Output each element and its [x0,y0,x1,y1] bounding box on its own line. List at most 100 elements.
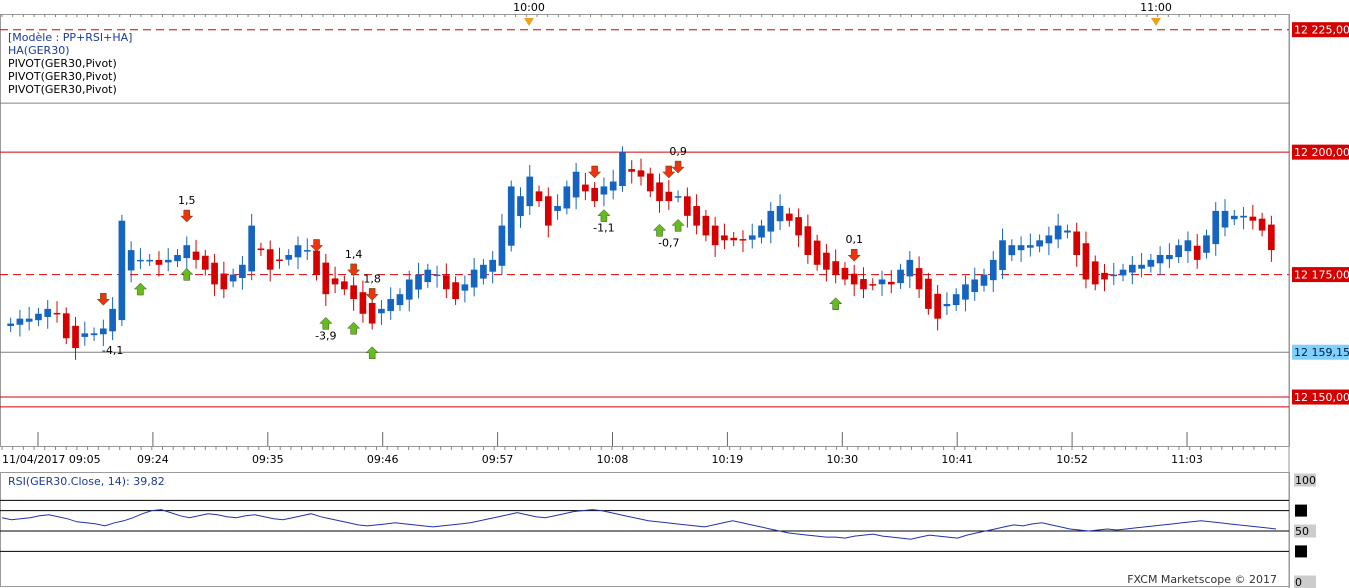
signal-arrow-up-icon [347,321,361,335]
candle [767,202,775,244]
candle [832,249,840,284]
candle [1045,226,1053,256]
candle [498,213,506,275]
signal-value-label: -1,1 [593,222,614,235]
candle [442,263,450,299]
rsi-level-marker [1295,545,1307,558]
signal-arrow-down-icon [365,288,379,301]
signal-arrow-down-icon [671,160,685,174]
candle [813,234,821,271]
signal-arrow-down-icon [588,165,602,179]
candle [925,272,932,315]
signal-arrow-up-icon [365,346,379,359]
candle [118,214,126,326]
candle [841,262,849,286]
candle [1027,233,1034,257]
candle [869,278,877,291]
time-axis-label: 09:35 [252,453,284,466]
candle [44,300,52,329]
candle [276,247,283,269]
candle [600,177,608,207]
candle [1193,233,1201,269]
candle [646,167,654,198]
candle [183,236,191,270]
candle [137,248,144,270]
candle [127,241,135,283]
candle [192,239,200,269]
candle [1138,253,1145,278]
candle [637,158,645,186]
candle [1221,199,1229,237]
candle [90,327,98,342]
candle [1258,212,1266,237]
signal-value-label: -0,7 [658,236,679,249]
price-axis-label: 12 200,00 [1294,146,1349,159]
candle [785,207,793,227]
price-axis-label: 12 159,15 [1294,346,1349,359]
signal-arrow-down-icon [180,209,194,223]
candle [795,208,802,248]
candle [146,254,154,266]
candle [684,187,691,228]
candle [1073,222,1081,267]
candle [109,297,116,341]
candle [201,249,209,276]
signal-arrow-up-icon [319,316,333,330]
candle [164,248,172,272]
candle [823,243,830,282]
candle [906,251,914,289]
rsi-line [1,509,1277,540]
candle [804,214,812,264]
candle [1110,262,1118,285]
candle [952,288,960,311]
signal-arrow-down-icon [96,293,110,306]
signal-value-label: -3,9 [315,329,336,342]
candle [1203,229,1210,259]
candle [294,236,302,270]
candle [257,242,265,256]
signal-value-label: 0,1 [845,233,863,246]
candle [350,276,357,311]
candle [980,268,988,292]
time-axis-label: 10:52 [1056,453,1088,466]
candle [322,253,330,306]
candle [452,276,459,305]
signal-arrow-up-icon [829,297,843,310]
candle [72,316,79,360]
signal-arrow-down-icon [309,239,324,252]
candle [702,209,710,242]
rsi-title: RSI(GER30.Close, 14): 39,82 [8,475,165,488]
legend-line: PIVOT(GER30,Pivot) [8,83,117,96]
time-axis-label: 09:24 [137,453,169,466]
candle [507,180,515,252]
footer-copyright: FXCM Marketscope © 2017 [1127,573,1277,586]
candle [99,319,107,346]
rsi-axis-label: 50 [1295,525,1309,538]
candle [303,238,311,261]
candle [748,223,756,249]
candle [535,185,543,207]
rsi-pane-frame [0,472,1290,587]
candle [53,301,61,323]
candle [378,300,385,326]
time-axis-label: 11:03 [1171,453,1203,466]
legend-line: PIVOT(GER30,Pivot) [8,57,117,70]
candle [470,257,478,297]
candle [544,187,552,238]
candle [1017,236,1025,262]
price-axis-label: 12 175,00 [1294,269,1349,282]
legend-line: PIVOT(GER30,Pivot) [8,70,117,83]
session-time-label: 11:00 [1140,1,1172,14]
candle [517,187,524,228]
candle [776,194,784,231]
candle [396,288,404,311]
signal-arrow-down-icon [847,248,861,262]
candle [962,275,969,312]
price-pane-frame [0,14,1290,447]
session-time-label: 10:00 [513,1,545,14]
signal-arrow-up-icon [597,209,611,222]
time-axis-label: 10:08 [597,453,629,466]
price-axis-label: 12 225,00 [1294,24,1349,37]
candle [860,267,867,299]
time-axis-label: 10:41 [941,453,973,466]
